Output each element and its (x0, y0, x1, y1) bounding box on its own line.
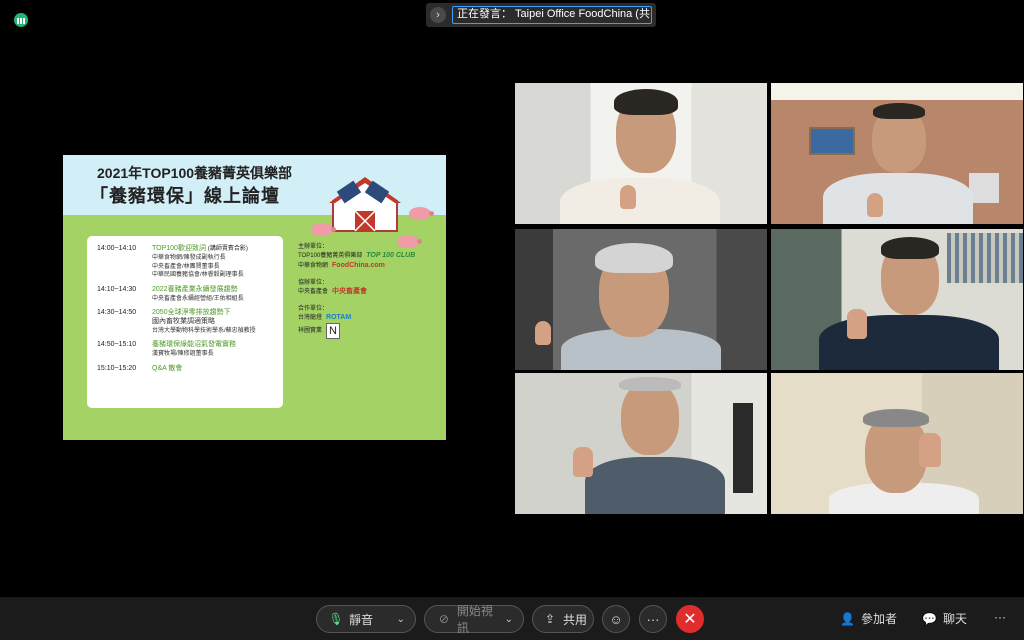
agenda-time: 14:00~14:10 (97, 245, 137, 252)
participant-video-tile[interactable] (771, 373, 1023, 514)
shared-content-slide: 2021年TOP100養豬菁英俱樂部 「養豬環保」線上論壇 14:00~14:1… (63, 155, 446, 440)
host-label: 主辦單位： (298, 244, 329, 250)
active-speaker-bar: › 正在發言： Taipei Office FoodChina (共... (426, 3, 656, 27)
agenda-title: TOP100歡迎致詞 (152, 245, 206, 252)
slide-subtitle: 「養豬環保」線上論壇 (90, 186, 280, 206)
chat-label: 聊天 (942, 612, 967, 626)
share-button[interactable]: ⇪ 共用 (532, 605, 594, 633)
organizer-name: TOP100養豬菁英俱樂部 (298, 253, 363, 259)
agenda-time: 14:10~14:30 (97, 285, 137, 293)
video-off-icon: ⊘ (438, 612, 449, 626)
top100-logo: TOP 100 CLUB (366, 252, 416, 259)
network-signal-icon[interactable] (14, 13, 28, 27)
start-video-label: 開始視訊 (456, 604, 493, 635)
organizer-name: 台灣龍燈 (298, 315, 323, 321)
organizer-name: 祥圃實業 (298, 328, 323, 334)
slide-title: 2021年TOP100養豬菁英俱樂部 (97, 165, 293, 181)
overflow-menu-button[interactable]: ··· (994, 610, 1006, 624)
agenda-detail: 國內畜牧業調適策略 (152, 318, 215, 325)
agenda-detail: 漢寶牧場/陳修誼董事長 (152, 351, 214, 357)
agenda-item: 14:50~15:10 養豬環保綠能沼氣發電實務 漢寶牧場/陳修誼董事長 (97, 340, 283, 359)
participant-video-tile[interactable] (515, 373, 767, 514)
agenda-note: (講師賣賓合影) (207, 246, 248, 252)
agenda-detail: 中華食物網/陳發成副執行長 (152, 255, 226, 261)
organizer-name: 中華食物網 (298, 263, 329, 269)
share-label: 共用 (563, 612, 588, 627)
chevron-down-icon[interactable]: ⌄ (505, 614, 513, 625)
reactions-button[interactable]: ☺ (602, 605, 630, 633)
organizer-row: 祥圃實業 N (298, 323, 438, 339)
agenda-detail: 中華民國養豬協會/林睿毅副理事長 (152, 272, 244, 278)
end-call-button[interactable]: ✕ (676, 605, 704, 633)
agenda-detail: 台灣大學動物科學技術學系/蘇忠楨教授 (152, 327, 256, 334)
mute-button[interactable]: 🎙 靜音 ⌄ (316, 605, 416, 633)
agenda-item: 14:30~14:50 2050全球淨零排放趨勢下 國內畜牧業調適策略 台灣大學… (97, 308, 283, 335)
agenda-title: 2022養豬產業永續發展趨勢 (152, 285, 238, 293)
agenda-time: 14:30~14:50 (97, 309, 137, 316)
agenda-item: 14:00~14:10 TOP100歡迎致詞 (講師賣賓合影) 中華食物網/陳發… (97, 244, 283, 280)
partner-n-logo: N (326, 323, 341, 339)
organizer-row: 台灣龍燈 ROTAM (298, 313, 438, 323)
organizer-name: 中央畜產會 (298, 289, 329, 295)
co-label: 協辦單位： (298, 280, 329, 286)
pig-illustration (409, 207, 434, 220)
agenda-time: 14:50~15:10 (97, 341, 137, 348)
agenda-title: Q&A 散會 (152, 364, 183, 372)
more-options-button[interactable]: ··· (639, 605, 667, 633)
participants-button[interactable]: 👤 參加者 (840, 610, 897, 627)
participant-video-tile[interactable] (515, 229, 767, 370)
foodchina-logo: FoodChina.com (332, 262, 385, 269)
participant-video-tile[interactable] (515, 83, 767, 224)
chat-button[interactable]: 💬 聊天 (922, 610, 967, 627)
chat-bubble-icon: 💬 (922, 611, 937, 626)
organizer-row: 中華食物網 FoodChina.com (298, 261, 438, 271)
participants-label: 參加者 (860, 612, 897, 626)
agenda-item: 15:10~15:20 Q&A 散會 (97, 364, 283, 374)
smiley-icon: ☺ (609, 611, 623, 627)
agenda-detail: 中央畜產會永續經營組/王佑相組長 (152, 295, 244, 302)
active-speaker-label: 正在發言： Taipei Office FoodChina (共... (452, 6, 652, 24)
start-video-button[interactable]: ⊘ 開始視訊 ⌄ (424, 604, 524, 635)
naif-logo: 中央畜產會 (332, 288, 368, 295)
barn-illustration (329, 177, 401, 232)
partner-label: 合作單位： (298, 306, 329, 312)
person-icon: 👤 (840, 611, 855, 626)
share-screen-icon: ⇪ (544, 612, 556, 626)
agenda-panel: 14:00~14:10 TOP100歡迎致詞 (講師賣賓合影) 中華食物網/陳發… (87, 236, 283, 408)
mute-label: 靜音 (349, 612, 374, 627)
rotam-logo: ROTAM (326, 314, 352, 321)
organizers-panel: 主辦單位： TOP100養豬菁英俱樂部 TOP 100 CLUB 中華食物網 F… (298, 239, 438, 339)
organizer-row: TOP100養豬菁英俱樂部 TOP 100 CLUB (298, 251, 438, 261)
pig-illustration (311, 223, 336, 236)
organizer-row: 中央畜產會 中央畜產會 (298, 287, 438, 297)
chevron-right-icon[interactable]: › (430, 7, 446, 23)
agenda-item: 14:10~14:30 2022養豬產業永續發展趨勢 中央畜產會永續經營組/王佑… (97, 285, 283, 304)
chevron-down-icon[interactable]: ⌄ (397, 614, 405, 625)
agenda-time: 15:10~15:20 (97, 364, 137, 372)
agenda-detail: 中央畜產會/林團賢董事長 (152, 263, 220, 270)
participant-video-tile[interactable] (771, 229, 1023, 370)
agenda-title: 養豬環保綠能沼氣發電實務 (152, 341, 236, 348)
participant-video-tile[interactable] (771, 83, 1023, 224)
meeting-toolbar: 🎙 靜音 ⌄ ⊘ 開始視訊 ⌄ ⇪ 共用 ☺ ··· ✕ 👤 參加者 💬 聊天 … (0, 597, 1024, 640)
agenda-title: 2050全球淨零排放趨勢下 (152, 309, 231, 316)
microphone-icon: 🎙 (328, 612, 344, 626)
